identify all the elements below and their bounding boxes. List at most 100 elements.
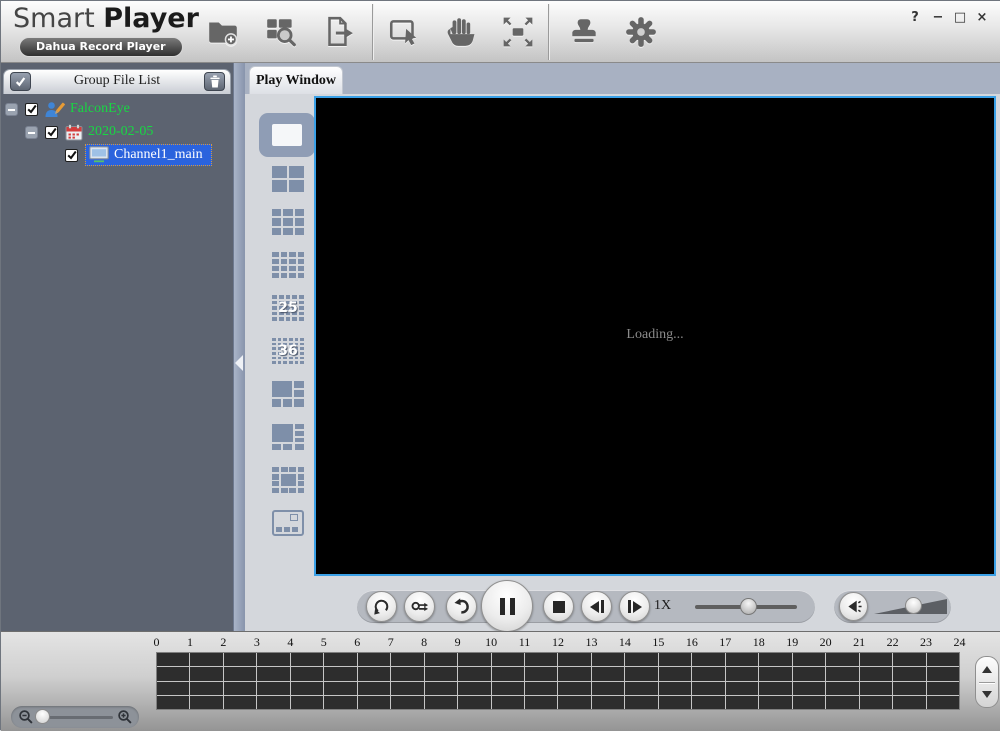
export-file-button[interactable]	[316, 10, 360, 54]
stamp-icon	[567, 15, 601, 49]
layout-4-button[interactable]	[270, 164, 306, 194]
group-edit-icon	[45, 101, 65, 118]
grid-cell	[272, 180, 287, 192]
grid-cell	[272, 259, 279, 264]
timeline-cell	[391, 696, 423, 709]
app-title-player: Player	[103, 3, 199, 34]
grid-cell	[281, 266, 288, 271]
sidebar-collapse-handle[interactable]	[233, 63, 245, 631]
pause-icon	[500, 598, 515, 615]
scroll-up-button[interactable]	[976, 657, 998, 682]
layout-36-button[interactable]: 36	[270, 336, 306, 366]
group-checkbox[interactable]	[25, 103, 38, 116]
layout-9-button[interactable]	[270, 207, 306, 237]
timeline-cell	[391, 667, 423, 680]
timeline-cell	[458, 653, 490, 666]
watermark-verify-button[interactable]	[562, 10, 606, 54]
grid-cell	[272, 209, 281, 216]
timeline-cell	[257, 667, 289, 680]
export-file-icon	[321, 15, 355, 49]
hour-label: 5	[321, 635, 327, 650]
delete-group-button[interactable]	[204, 72, 225, 91]
check-icon	[47, 127, 57, 137]
box-select-button[interactable]	[382, 10, 426, 54]
grid-cell	[272, 166, 287, 178]
help-button[interactable]: ?	[905, 8, 925, 28]
timeline-zoom-track[interactable]	[41, 716, 113, 719]
timeline-cell	[190, 653, 222, 666]
tree-label-channel[interactable]: Channel1_main	[114, 147, 203, 163]
timeline-cell	[358, 653, 390, 666]
smart-search-icon	[264, 15, 298, 49]
tree-row-date[interactable]: 2020-02-05	[25, 121, 153, 143]
channel-checkbox[interactable]	[65, 149, 78, 162]
speed-slider-thumb[interactable]	[740, 598, 757, 615]
sidebar-title: Group File List	[4, 73, 230, 89]
timeline-cell	[224, 667, 256, 680]
layout-6-button[interactable]	[270, 379, 306, 409]
settings-button[interactable]	[619, 10, 663, 54]
layout-custom-button[interactable]	[270, 508, 306, 538]
layout-13-button[interactable]	[270, 465, 306, 495]
timeline-scroll-control	[975, 656, 999, 708]
scroll-down-button[interactable]	[976, 682, 998, 707]
date-checkbox[interactable]	[45, 126, 58, 139]
tree-row-group[interactable]: FalconEye	[5, 98, 130, 120]
timeline-cell	[927, 682, 959, 695]
layout-16-button[interactable]	[270, 250, 306, 280]
next-frame-button[interactable]	[619, 591, 650, 622]
zoom-out-button[interactable]	[18, 709, 34, 725]
open-file-button[interactable]	[201, 10, 245, 54]
timeline-cell	[391, 653, 423, 666]
full-screen-button[interactable]	[496, 10, 540, 54]
play-window-content: 25 36	[245, 94, 1000, 631]
timeline-cell	[793, 682, 825, 695]
repeat-button[interactable]	[366, 591, 397, 622]
smart-search-button[interactable]	[259, 10, 303, 54]
layout-1-button[interactable]	[259, 113, 315, 157]
replay-button[interactable]	[446, 591, 477, 622]
stop-button[interactable]	[543, 591, 574, 622]
previous-frame-button[interactable]	[581, 591, 612, 622]
timeline-cell	[893, 696, 925, 709]
timeline-grid[interactable]	[156, 652, 960, 710]
timeline-cell	[793, 653, 825, 666]
grid-cell	[298, 273, 305, 278]
tree-label-group[interactable]: FalconEye	[70, 101, 130, 117]
close-button[interactable]: ×	[972, 8, 992, 28]
collapse-toggle-icon[interactable]	[25, 126, 38, 139]
grid-cell	[295, 228, 304, 235]
grid-cell	[289, 273, 296, 278]
layout-25-button[interactable]: 25	[270, 293, 306, 323]
zoom-in-button[interactable]	[117, 709, 133, 725]
hour-label: 19	[786, 635, 798, 650]
mute-button[interactable]	[839, 592, 868, 621]
timeline-cell	[190, 667, 222, 680]
hour-label: 16	[686, 635, 698, 650]
minimize-button[interactable]: −	[928, 8, 948, 28]
layout-8-button[interactable]	[270, 422, 306, 452]
timeline-panel: 0123456789101112131415161718192021222324	[1, 631, 1000, 731]
play-order-button[interactable]	[404, 591, 435, 622]
hour-label: 17	[719, 635, 731, 650]
hour-label: 22	[887, 635, 899, 650]
timeline-cell	[625, 667, 657, 680]
loading-status-text: Loading...	[316, 327, 994, 343]
video-play-area[interactable]: Loading...	[314, 96, 996, 576]
hour-label: 4	[287, 635, 293, 650]
hour-label: 23	[920, 635, 932, 650]
timeline-cell	[291, 682, 323, 695]
timeline-cell	[525, 696, 557, 709]
collapse-toggle-icon[interactable]	[5, 103, 18, 116]
maximize-button[interactable]: □	[950, 8, 970, 28]
timeline-cell	[692, 696, 724, 709]
pause-button[interactable]	[481, 580, 533, 632]
hand-drag-button[interactable]	[438, 10, 482, 54]
tree-label-date[interactable]: 2020-02-05	[88, 124, 153, 140]
timeline-cell	[860, 696, 892, 709]
tab-play-window[interactable]: Play Window	[249, 66, 343, 94]
selected-channel-item[interactable]: Channel1_main	[85, 144, 212, 166]
tree-row-channel[interactable]: Channel1_main	[65, 144, 212, 166]
volume-slider-thumb[interactable]	[905, 597, 922, 614]
timeline-zoom-thumb[interactable]	[35, 709, 50, 724]
